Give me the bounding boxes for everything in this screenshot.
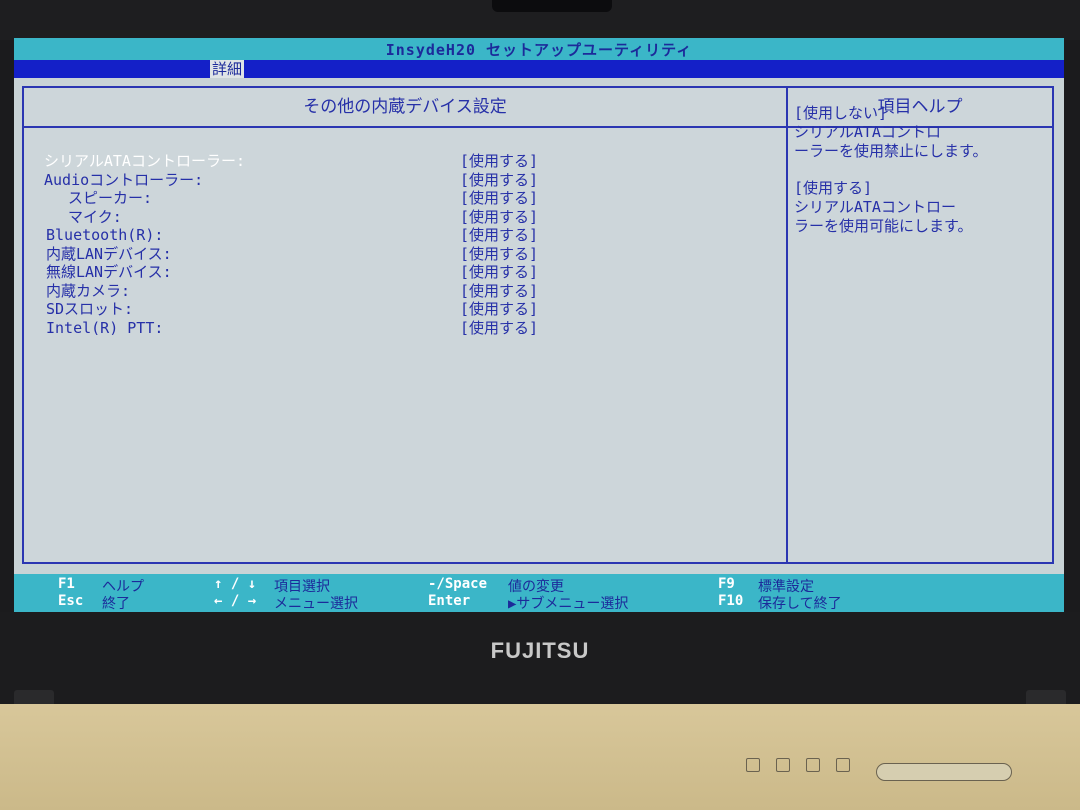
setting-row[interactable]: SDスロット: [使用する] <box>24 300 786 319</box>
setting-label: 内蔵カメラ: <box>46 281 131 300</box>
key-description: 終了 <box>102 596 130 612</box>
key-label: F9 <box>718 576 735 592</box>
setting-row[interactable]: スピーカー: [使用する] <box>24 189 786 208</box>
help-option: [使用する] <box>794 179 873 197</box>
key-help-bar: F1 ヘルプ Esc 終了 ↑ / ↓ 項目選択 ← / → メニュー選択 -/Space 値の変… <box>14 574 1064 612</box>
setting-value[interactable]: [使用する] <box>460 282 538 300</box>
key-label: ↑ / ↓ <box>214 576 257 592</box>
setting-value[interactable]: [使用する] <box>460 171 538 189</box>
column-divider <box>786 88 788 562</box>
key-label: F1 <box>58 576 75 592</box>
scroll-lock-indicator-icon <box>806 758 820 772</box>
help-gap <box>794 161 1044 179</box>
caps-lock-indicator-icon <box>746 758 760 772</box>
setting-value[interactable]: [使用する] <box>460 152 538 170</box>
help-option: [使用しない] <box>794 104 888 122</box>
key-label: Enter <box>428 593 471 609</box>
setting-value[interactable]: [使用する] <box>460 263 538 281</box>
menu-bar <box>14 60 1064 78</box>
key-description: 保存して終了 <box>758 596 842 612</box>
setting-value[interactable]: [使用する] <box>460 226 538 244</box>
fujitsu-logo: FUJITSU <box>490 638 590 663</box>
setting-row[interactable]: シリアルATAコントローラー: [使用する] <box>24 152 786 171</box>
num-lock-indicator-icon <box>776 758 790 772</box>
setting-value[interactable]: [使用する] <box>460 319 538 337</box>
key-label: -/Space <box>428 576 488 592</box>
wireless-indicator-icon <box>836 758 850 772</box>
key-label: Esc <box>58 593 84 609</box>
setting-row[interactable]: 内蔵カメラ: [使用する] <box>24 282 786 301</box>
setting-label: Audioコントローラー: <box>44 170 204 189</box>
key-label: ← / → <box>214 593 257 609</box>
laptop-chassis <box>0 704 1080 810</box>
setting-row[interactable]: マイク: [使用する] <box>24 208 786 227</box>
help-line: ーラーを使用禁止にします。 <box>794 142 988 160</box>
bios-screen: InsydeH20 セットアップユーティリティ 詳細 その他の内蔵デバイス設定 … <box>14 38 1064 612</box>
setting-label: シリアルATAコントローラー: <box>44 152 245 170</box>
wireless-switch[interactable] <box>876 763 1012 781</box>
setting-row[interactable]: Bluetooth(R): [使用する] <box>24 226 786 245</box>
setting-label: マイク: <box>68 207 122 226</box>
setting-row[interactable]: Audioコントローラー: [使用する] <box>24 171 786 190</box>
key-description: ▶サブメニュー選択 <box>508 596 629 612</box>
setting-label: 無線LANデバイス: <box>46 263 172 281</box>
setting-label: Bluetooth(R): <box>46 226 164 244</box>
setting-row[interactable]: 内蔵LANデバイス: [使用する] <box>24 245 786 264</box>
setting-value[interactable]: [使用する] <box>460 300 538 318</box>
key-description: メニュー選択 <box>274 596 358 612</box>
help-text: [使用しない] シリアルATAコントロ ーラーを使用禁止にします。 [使用する] シリア… <box>794 104 1044 236</box>
setting-label: 内蔵LANデバイス: <box>46 244 172 263</box>
setting-value[interactable]: [使用する] <box>460 208 538 226</box>
setting-label: SDスロット: <box>46 300 134 318</box>
setting-label: Intel(R) PTT: <box>46 318 164 337</box>
setting-row[interactable]: 無線LANデバイス: [使用する] <box>24 263 786 282</box>
setting-value[interactable]: [使用する] <box>460 245 538 263</box>
setting-label: スピーカー: <box>68 189 153 207</box>
setting-row[interactable]: Intel(R) PTT: [使用する] <box>24 319 786 338</box>
help-line: シリアルATAコントロ <box>794 123 941 141</box>
setup-title: InsydeH20 セットアップユーティリティ <box>14 38 1064 60</box>
webcam-icon <box>492 0 612 12</box>
key-label: F10 <box>718 593 744 609</box>
help-line: シリアルATAコントロー <box>794 198 956 216</box>
tab-advanced[interactable]: 詳細 <box>210 60 245 78</box>
setting-value[interactable]: [使用する] <box>460 189 538 207</box>
settings-list: シリアルATAコントローラー: [使用する] Audioコントローラー: [使用する]… <box>24 152 786 337</box>
section-title: その他の内蔵デバイス設定 <box>303 97 507 117</box>
help-line: ラーを使用可能にします。 <box>794 217 973 235</box>
